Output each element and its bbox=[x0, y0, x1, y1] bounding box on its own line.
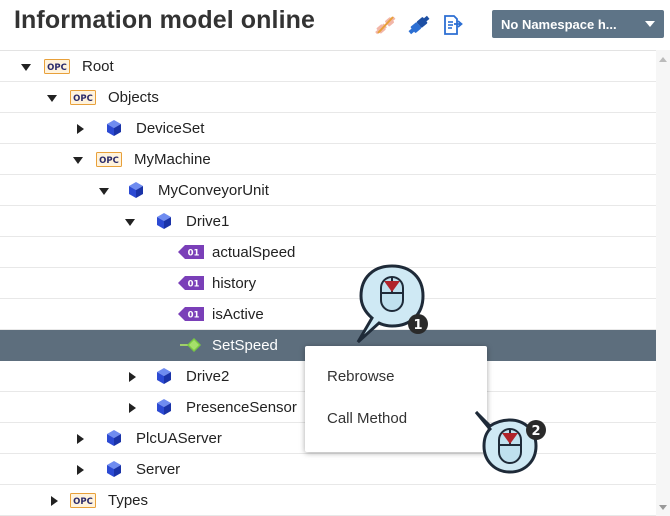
tree-label: MyMachine bbox=[134, 151, 211, 168]
tree-label: MyConveyorUnit bbox=[158, 182, 269, 199]
method-icon bbox=[180, 338, 201, 352]
mouse-icon bbox=[380, 276, 404, 312]
svg-text:OPC: OPC bbox=[99, 156, 119, 166]
tree-label: Drive1 bbox=[186, 213, 230, 230]
tree-label: Server bbox=[136, 461, 181, 478]
variable-icon: 01 bbox=[178, 276, 204, 290]
export-icon bbox=[444, 15, 463, 35]
expand-toggle-icon[interactable] bbox=[46, 92, 58, 104]
expand-toggle-icon[interactable] bbox=[124, 216, 136, 228]
expand-toggle-icon[interactable] bbox=[20, 61, 32, 73]
tree-row-objects[interactable]: OPC Objects bbox=[0, 82, 656, 113]
tree-row-server[interactable]: Server bbox=[0, 454, 656, 485]
tree-label: PlcUAServer bbox=[136, 430, 222, 447]
tree-label: Drive2 bbox=[186, 368, 230, 385]
context-menu: Rebrowse Call Method bbox=[305, 346, 487, 452]
namespace-select-value: No Namespace h... bbox=[501, 16, 617, 32]
expand-toggle-icon[interactable] bbox=[74, 433, 86, 445]
step-number: 2 bbox=[531, 424, 540, 439]
svg-text:01: 01 bbox=[188, 249, 200, 259]
tree-label: Objects bbox=[108, 89, 159, 106]
svg-text:OPC: OPC bbox=[73, 94, 93, 104]
tree-row-actualspeed[interactable]: 01 actualSpeed bbox=[0, 237, 656, 268]
expand-toggle-icon[interactable] bbox=[74, 464, 86, 476]
svg-text:01: 01 bbox=[188, 280, 200, 290]
opc-folder-icon: OPC bbox=[96, 152, 122, 167]
scroll-down-icon[interactable] bbox=[659, 505, 667, 510]
tree-row-drive1[interactable]: Drive1 bbox=[0, 206, 656, 237]
tree-row-mymachine[interactable]: OPC MyMachine bbox=[0, 144, 656, 175]
step-number: 1 bbox=[413, 318, 422, 333]
connect-icon bbox=[408, 15, 430, 35]
export-button[interactable] bbox=[438, 10, 468, 40]
variable-icon: 01 bbox=[178, 245, 204, 259]
menu-item-rebrowse[interactable]: Rebrowse bbox=[305, 356, 487, 396]
object-cube-icon bbox=[107, 430, 121, 446]
tree-row-root[interactable]: OPC Root bbox=[0, 51, 656, 82]
svg-text:OPC: OPC bbox=[73, 497, 93, 507]
tree-label: actualSpeed bbox=[212, 244, 296, 261]
mouse-icon bbox=[498, 428, 522, 464]
expand-toggle-icon[interactable] bbox=[126, 371, 138, 383]
expand-toggle-icon[interactable] bbox=[48, 495, 60, 507]
menu-item-call-method[interactable]: Call Method bbox=[305, 398, 487, 438]
object-cube-icon bbox=[157, 399, 171, 415]
expand-toggle-icon[interactable] bbox=[74, 123, 86, 135]
tree-row-deviceset[interactable]: DeviceSet bbox=[0, 113, 656, 144]
tree-row-isactive[interactable]: 01 isActive bbox=[0, 299, 656, 330]
tree-label: isActive bbox=[212, 306, 264, 323]
tree-label: Root bbox=[82, 58, 114, 75]
opc-folder-icon: OPC bbox=[44, 59, 70, 74]
object-cube-icon bbox=[157, 213, 171, 229]
svg-text:01: 01 bbox=[188, 311, 200, 321]
namespace-select[interactable]: No Namespace h... bbox=[492, 10, 664, 38]
disconnect-icon bbox=[375, 16, 396, 35]
expand-toggle-icon[interactable] bbox=[98, 185, 110, 197]
vertical-scrollbar[interactable] bbox=[656, 50, 670, 516]
tree-row-types[interactable]: OPC Types bbox=[0, 485, 656, 516]
tree-label: Types bbox=[108, 492, 149, 509]
page-title: Information model online bbox=[14, 6, 316, 34]
tree-label: SetSpeed bbox=[212, 337, 278, 354]
tree-label: PresenceSensor bbox=[186, 399, 297, 416]
mouse-click-callout-2: 2 bbox=[474, 410, 546, 474]
tree-label: DeviceSet bbox=[136, 120, 205, 137]
object-cube-icon bbox=[129, 182, 143, 198]
chevron-down-icon bbox=[645, 21, 655, 27]
tree-label: history bbox=[212, 275, 257, 292]
opc-folder-icon: OPC bbox=[70, 493, 96, 508]
expand-toggle-icon[interactable] bbox=[72, 154, 84, 166]
header: Information model online No Namespace h.… bbox=[0, 0, 670, 50]
variable-icon: 01 bbox=[178, 307, 204, 321]
tree-row-history[interactable]: 01 history bbox=[0, 268, 656, 299]
opc-folder-icon: OPC bbox=[70, 90, 96, 105]
mouse-click-callout-1: 1 bbox=[356, 264, 428, 344]
tree-row-myconveyorunit[interactable]: MyConveyorUnit bbox=[0, 175, 656, 206]
svg-text:OPC: OPC bbox=[47, 63, 67, 73]
connect-button[interactable] bbox=[404, 10, 434, 40]
object-cube-icon bbox=[107, 461, 121, 477]
expand-toggle-icon[interactable] bbox=[126, 402, 138, 414]
scroll-up-icon[interactable] bbox=[659, 57, 667, 62]
object-cube-icon bbox=[107, 120, 121, 136]
object-cube-icon bbox=[157, 368, 171, 384]
disconnect-button[interactable] bbox=[370, 10, 400, 40]
